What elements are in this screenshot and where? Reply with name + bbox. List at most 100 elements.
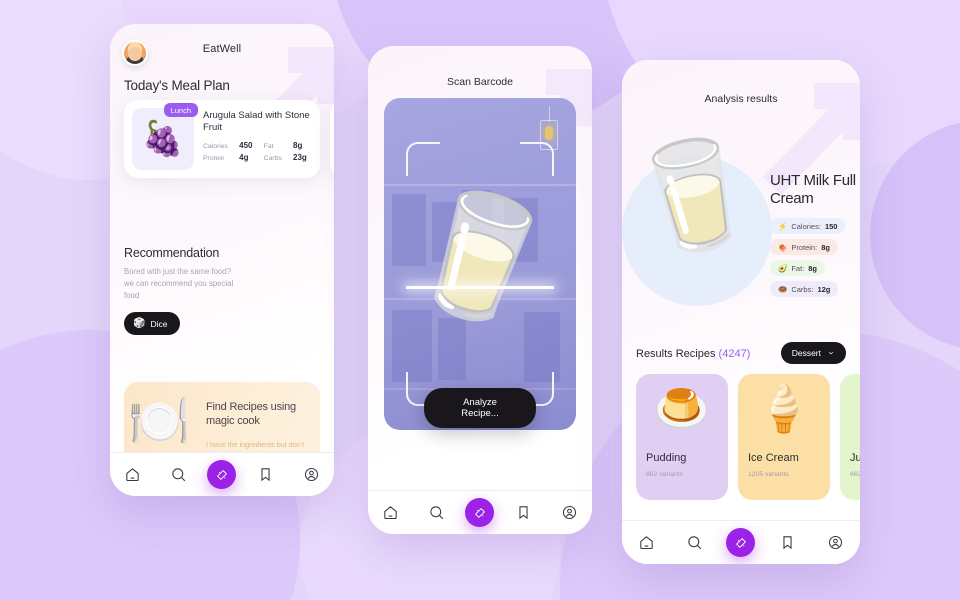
dice-button-label: Dice <box>150 318 168 329</box>
bookmark-icon <box>783 536 792 550</box>
recipe-variants: 862 variants <box>646 471 684 478</box>
nav-profile[interactable] <box>294 458 328 492</box>
phone-screen-scan: Scan Barcode 🥛 Analyze Recipe... <box>368 46 592 534</box>
calories-value: 150 <box>824 221 838 231</box>
bottom-navigation <box>110 452 334 496</box>
protein-label: Protein: <box>791 242 818 252</box>
pudding-icon: 🍮 <box>653 382 711 434</box>
protein-icon: 🍖 <box>778 242 788 252</box>
carbs-badge: 🍩 Carbs: 12g <box>770 281 839 297</box>
nutrition-key: Carbs <box>263 155 282 163</box>
nutrition-value: 8g <box>293 141 303 151</box>
scan-frame-corner <box>520 142 554 176</box>
recipe-card-juice[interactable]: 🧃 Juice 662 variants <box>840 374 860 500</box>
magic-icon <box>474 507 486 518</box>
recommendation-title: Recommendation <box>124 246 220 260</box>
search-icon <box>430 506 444 520</box>
nav-home[interactable] <box>116 458 150 492</box>
chevron-down-icon <box>828 351 834 355</box>
carbs-value: 12g <box>817 284 831 294</box>
profile-icon <box>304 467 318 482</box>
results-label: Results Recipes <box>636 348 716 360</box>
nutrition-value: 450 <box>239 141 253 151</box>
bookmark-icon <box>261 468 270 482</box>
grapes-icon: 🍇 <box>141 120 185 158</box>
serving-dish-icon: 🍽️ <box>128 393 191 449</box>
recipe-card-pudding[interactable]: 🍮 Pudding 862 variants <box>636 374 728 500</box>
shelf-box <box>438 318 466 380</box>
nav-bookmark[interactable] <box>770 526 804 560</box>
nav-search[interactable] <box>162 458 196 492</box>
page-title: Analysis results <box>704 93 778 105</box>
nav-magic[interactable] <box>465 498 495 527</box>
fat-badge: 🥑 Fat: 8g <box>770 260 826 276</box>
category-filter-dropdown[interactable]: Dessert <box>780 342 846 364</box>
milk-carton-icon: 🥛 <box>622 125 771 267</box>
home-icon <box>384 506 398 520</box>
scan-frame-corner <box>406 142 440 176</box>
results-count: (4247) <box>718 348 751 360</box>
magic-icon <box>216 469 228 480</box>
profile-icon <box>829 535 843 550</box>
recipe-variants: 1205 variants <box>748 471 789 478</box>
meal-card-list: 🍇 Lunch Arugula Salad with Stone Fruit C… <box>124 100 334 178</box>
meal-card[interactable]: 🍇 Lunch Arugula Salad with Stone Fruit C… <box>124 100 320 178</box>
phone-screen-analysis: Analysis results 🥛 UHT Milk Full Cream ⚡… <box>622 60 860 564</box>
recommendation-body: Bored with just the same food? we can re… <box>124 267 234 301</box>
camera-viewfinder[interactable]: 🥛 <box>384 98 576 430</box>
carbs-icon: 🍩 <box>778 284 788 294</box>
recipe-name: Ice Cream <box>748 452 799 464</box>
page-title: Today's Meal Plan <box>124 78 230 93</box>
app-title: EatWell <box>202 43 242 55</box>
phone-screen-meal-plan: EatWell Today's Meal Plan 🍇 Lunch Arugul… <box>110 24 334 496</box>
fat-label: Fat: <box>791 263 805 273</box>
recipe-name: Pudding <box>646 452 687 464</box>
nutrition-badge-list: ⚡ Calories: 150 🍖 Protein: 8g 🥑 Fat: 8g … <box>770 218 846 297</box>
nutrition-key: Fat <box>263 143 274 151</box>
nutrition-key: Calories <box>203 143 228 151</box>
bottom-navigation <box>622 520 860 564</box>
protein-value: 8g <box>821 242 830 252</box>
product-image: 🥛 <box>622 126 772 328</box>
nutrition-value: 4g <box>239 153 249 163</box>
bookmark-icon <box>519 506 528 520</box>
nav-profile[interactable] <box>819 526 853 560</box>
nav-search[interactable] <box>678 526 712 560</box>
dice-button[interactable]: 🎲 Dice <box>124 312 181 335</box>
magic-cook-title: Find Recipes using magic cook <box>206 401 296 428</box>
meal-name: Arugula Salad with Stone Fruit <box>203 110 310 134</box>
nav-bookmark[interactable] <box>506 496 540 530</box>
nav-magic[interactable] <box>726 528 756 557</box>
nav-home[interactable] <box>629 526 663 560</box>
meal-card[interactable]: 🧁 <box>330 100 334 178</box>
calories-label: Calories: <box>791 221 821 231</box>
profile-icon <box>562 505 576 520</box>
shelf-line <box>384 184 576 186</box>
fat-icon: 🥑 <box>778 263 788 273</box>
nav-bookmark[interactable] <box>248 458 282 492</box>
calories-badge: ⚡ Calories: 150 <box>770 218 846 234</box>
results-heading: Results Recipes (4247) <box>636 348 750 360</box>
product-name: UHT Milk Full Cream <box>770 172 856 208</box>
protein-badge: 🍖 Protein: 8g <box>770 239 838 255</box>
fat-value: 8g <box>808 263 818 273</box>
ice-cream-icon: 🍦 <box>755 382 813 434</box>
recipe-variants: 662 variants <box>850 471 860 478</box>
nav-profile[interactable] <box>552 496 586 530</box>
dice-icon: 🎲 <box>133 318 146 329</box>
nav-search[interactable] <box>420 496 454 530</box>
scan-line <box>406 286 554 289</box>
carbs-label: Carbs: <box>791 284 814 294</box>
juice-icon: 🧃 <box>857 385 860 431</box>
meal-thumbnail: 🍇 Lunch <box>132 103 198 170</box>
bottom-navigation <box>368 490 592 534</box>
recipe-card-ice-cream[interactable]: 🍦 Ice Cream 1205 variants <box>738 374 830 500</box>
home-icon <box>640 536 653 550</box>
nav-home[interactable] <box>374 496 408 530</box>
search-icon <box>172 468 186 482</box>
analyze-recipe-button[interactable]: Analyze Recipe... <box>424 388 536 428</box>
recipe-name: Juice <box>850 452 860 464</box>
app-header: EatWell <box>110 40 334 70</box>
home-icon <box>126 468 140 482</box>
nav-magic[interactable] <box>207 460 237 489</box>
